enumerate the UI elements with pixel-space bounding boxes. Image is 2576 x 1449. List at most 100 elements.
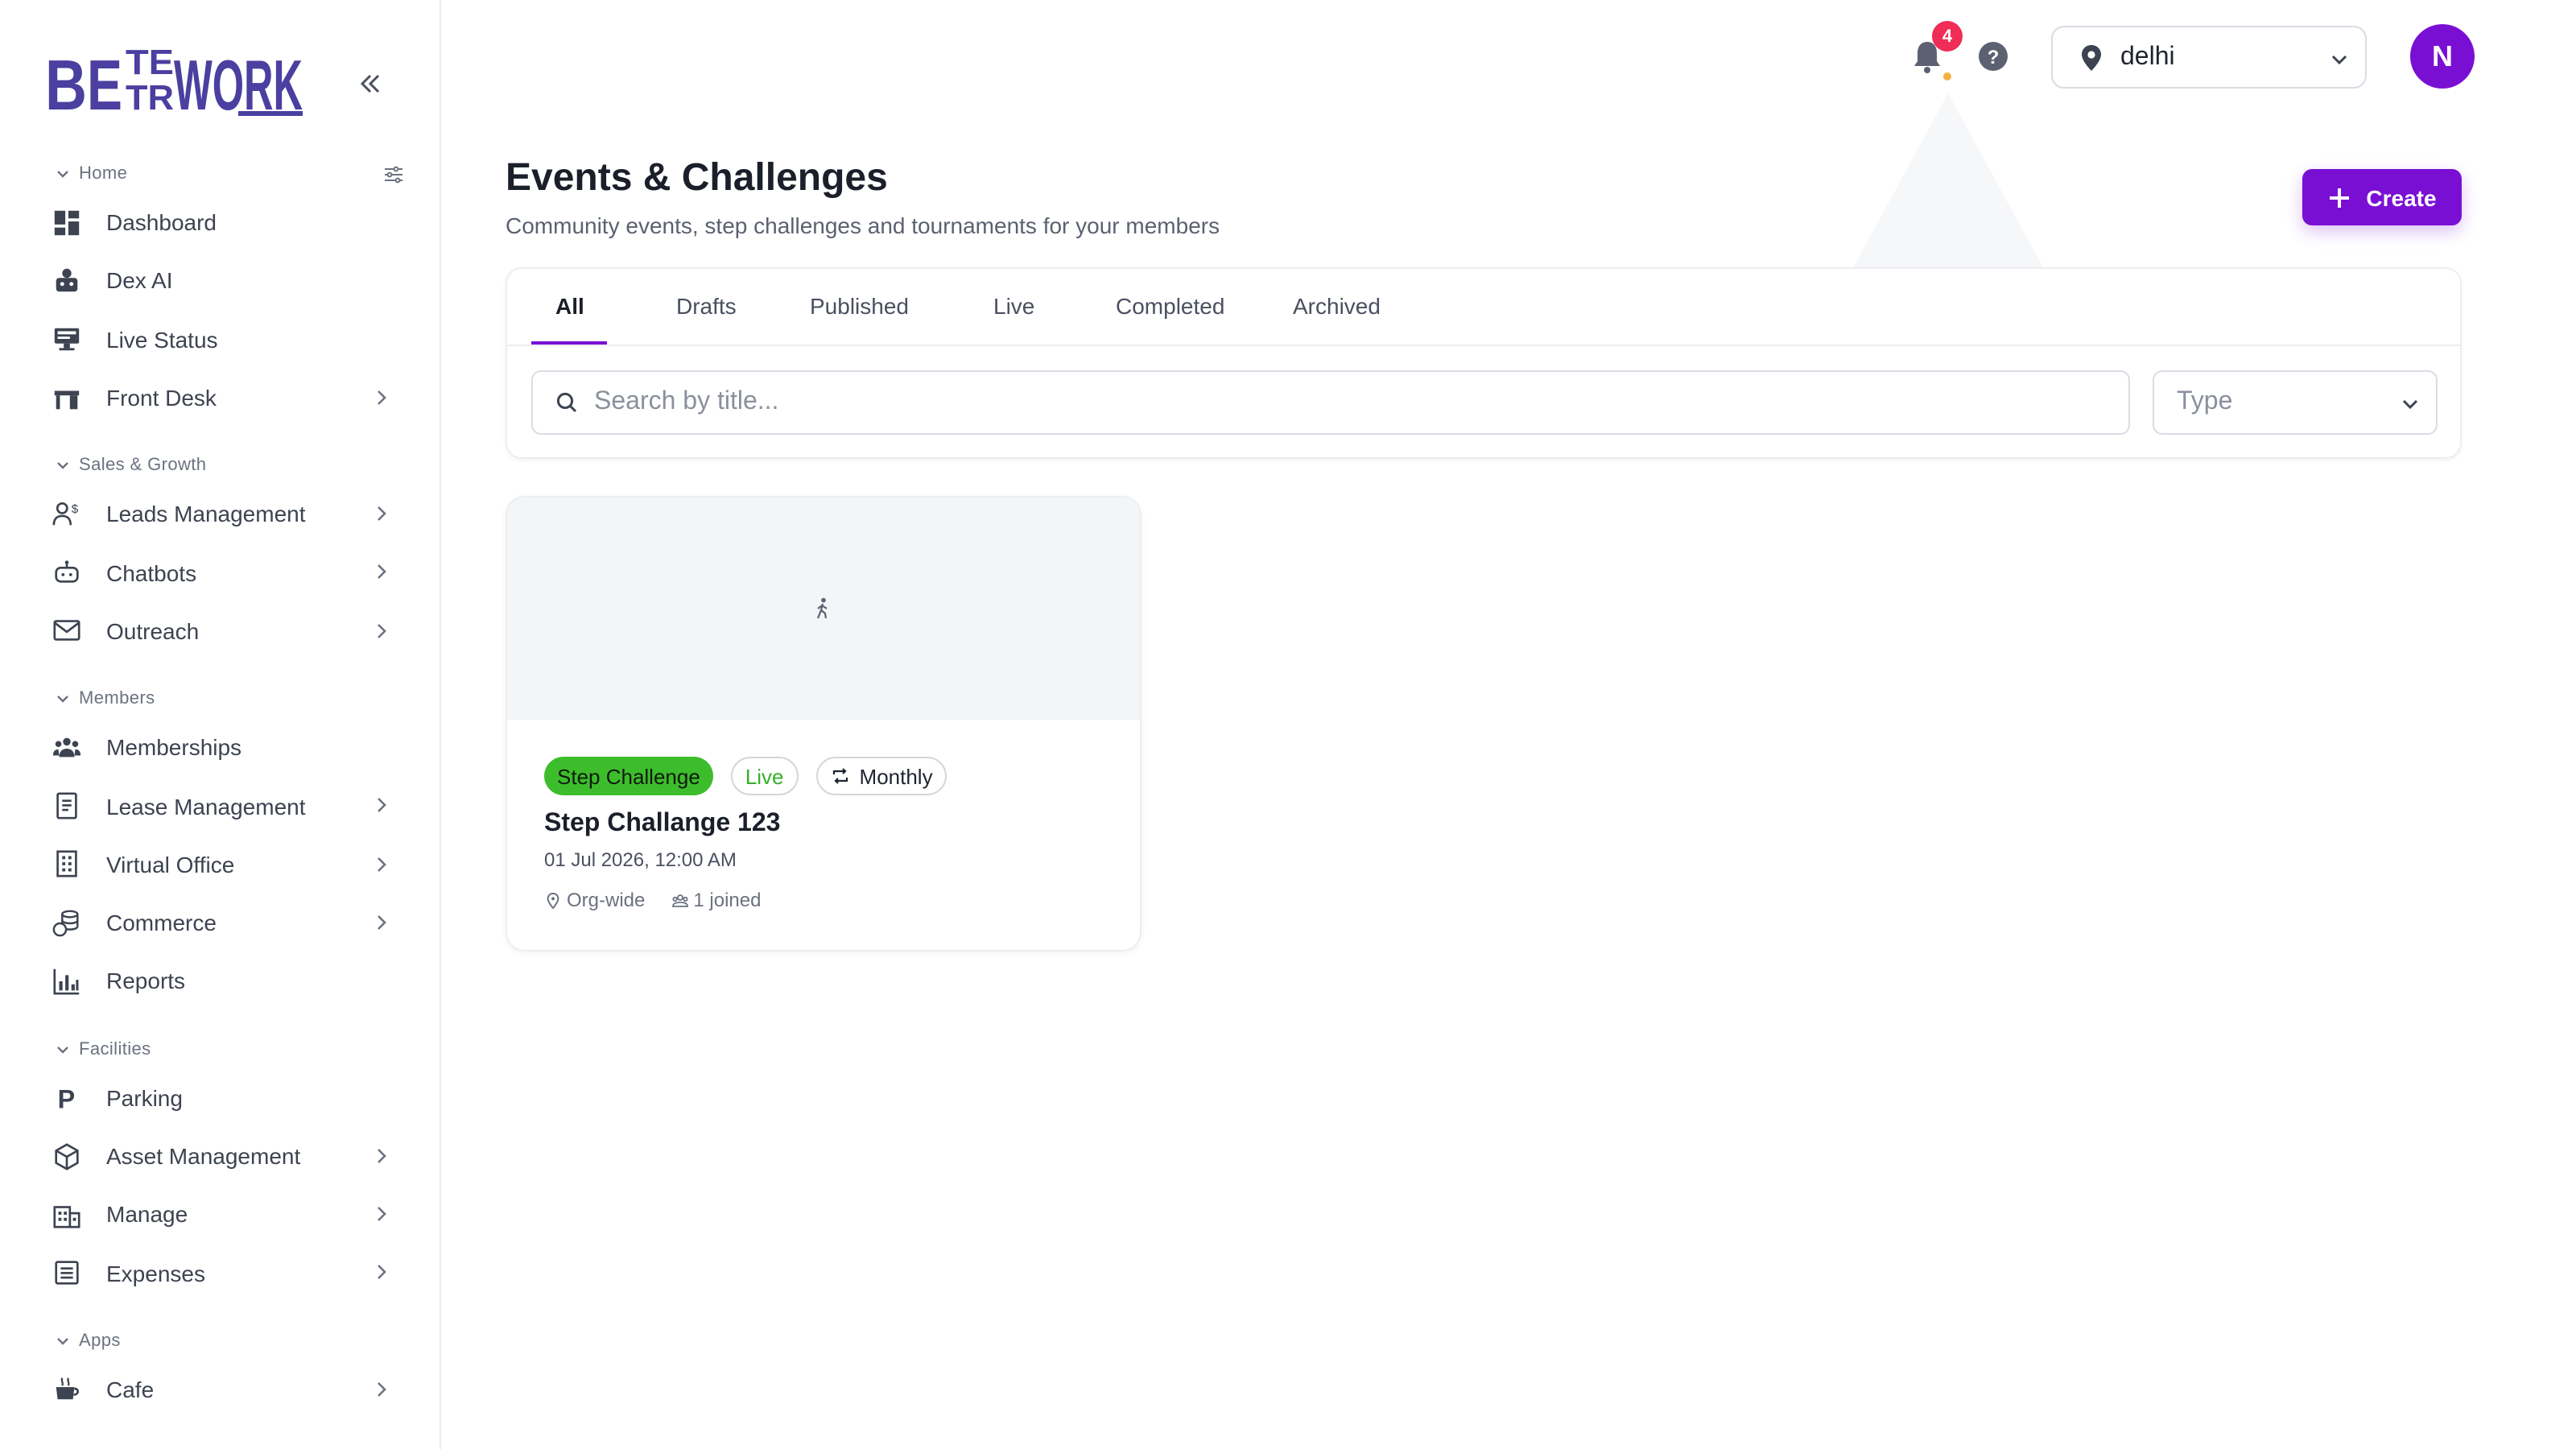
type-filter-select[interactable]: Type xyxy=(2153,370,2438,435)
location-pin-icon xyxy=(547,891,559,909)
tab-all[interactable]: All xyxy=(555,293,584,345)
sidebar-item-front-desk[interactable]: Front Desk xyxy=(0,369,440,427)
search-icon xyxy=(556,392,577,413)
sidebar-section-header[interactable]: Apps xyxy=(0,1322,440,1360)
chevron-right-icon xyxy=(378,1207,386,1222)
sidebar-item-commerce[interactable]: Commerce xyxy=(0,894,440,952)
event-joined: 1 joined xyxy=(693,889,762,911)
sidebar-item-dex-ai[interactable]: Dex AI xyxy=(0,252,440,311)
user-avatar[interactable]: N xyxy=(2410,24,2475,89)
sidebar-section-header[interactable]: Sales & Growth xyxy=(0,446,440,485)
svg-text:P: P xyxy=(58,1085,76,1113)
chatbot-icon xyxy=(52,557,82,588)
sidebar-item-memberships[interactable]: Memberships xyxy=(0,718,440,777)
chevron-right-icon xyxy=(378,1148,386,1163)
sidebar-section-header[interactable]: Home xyxy=(0,155,440,193)
tab-archived[interactable]: Archived xyxy=(1293,293,1381,345)
chevron-right-icon xyxy=(378,1381,386,1397)
tab-completed[interactable]: Completed xyxy=(1116,293,1224,345)
sidebar-item-virtual-office[interactable]: Virtual Office xyxy=(0,835,440,894)
sidebar-nav: Home Dashboard Dex AI Live Status Front Desk… xyxy=(0,155,440,1418)
chevron-down-icon xyxy=(57,1046,68,1053)
svg-text:E: E xyxy=(87,45,122,119)
event-scope: Org-wide xyxy=(567,889,646,911)
sidebar-item-reports[interactable]: Reports xyxy=(0,952,440,1011)
sidebar-item-label: Dex AI xyxy=(106,267,173,294)
create-button[interactable]: Create xyxy=(2302,169,2462,225)
event-card[interactable]: Step Challenge Live Monthly Step Challan… xyxy=(506,496,1141,952)
betterwork-logo[interactable]: B E TE TR WORK xyxy=(45,35,306,119)
sidebar-item-label: Leads Management xyxy=(106,501,306,527)
location-select[interactable]: delhi xyxy=(2051,26,2367,89)
help-icon[interactable]: ? xyxy=(1977,40,2009,72)
event-chips: Step Challenge Live Monthly xyxy=(544,757,947,795)
type-filter-placeholder: Type xyxy=(2177,388,2233,415)
chevron-down-icon xyxy=(57,171,68,178)
event-date: 01 Jul 2026, 12:00 AM xyxy=(544,848,737,871)
chevron-down-icon xyxy=(57,462,68,470)
customize-icon[interactable] xyxy=(383,164,404,185)
sidebar-item-label: Parking xyxy=(106,1084,183,1111)
sidebar-item-lease-management[interactable]: Lease Management xyxy=(0,777,440,836)
sidebar-item-label: Virtual Office xyxy=(106,851,235,877)
monitor-icon xyxy=(52,324,82,354)
sidebar-section-header[interactable]: Facilities xyxy=(0,1030,440,1068)
svg-text:WORK: WORK xyxy=(174,45,303,119)
sidebar-item-asset-management[interactable]: Asset Management xyxy=(0,1127,440,1186)
bar-chart-icon xyxy=(52,966,82,997)
robot-icon xyxy=(52,266,82,296)
sidebar-item-live-status[interactable]: Live Status xyxy=(0,310,440,369)
sidebar-item-label: Reports xyxy=(106,968,186,994)
sidebar-item-label: Memberships xyxy=(106,734,242,761)
sidebar-item-leads-management[interactable]: $ Leads Management xyxy=(0,485,440,543)
frequency-chip: Monthly xyxy=(815,757,947,795)
chevron-right-icon xyxy=(378,857,386,872)
people-icon xyxy=(52,732,82,762)
people-icon xyxy=(671,894,688,906)
sidebar-section-header[interactable]: Members xyxy=(0,679,440,718)
search-box[interactable] xyxy=(531,370,2130,435)
svg-text:TE: TE xyxy=(126,43,174,82)
sidebar-item-outreach[interactable]: Outreach xyxy=(0,602,440,661)
search-input[interactable] xyxy=(594,388,2043,417)
chevron-down-icon xyxy=(57,1337,68,1345)
tab-drafts[interactable]: Drafts xyxy=(676,293,737,345)
page-subtitle: Community events, step challenges and to… xyxy=(506,213,1220,238)
tab-published[interactable]: Published xyxy=(810,293,909,345)
sidebar-item-parking[interactable]: P Parking xyxy=(0,1068,440,1127)
sidebar-item-dashboard[interactable]: Dashboard xyxy=(0,193,440,252)
mail-icon xyxy=(52,616,82,646)
filter-card: All Drafts Published Live Completed Arch… xyxy=(506,267,2462,459)
decorative-shape xyxy=(1852,93,2045,270)
sidebar-item-label: Asset Management xyxy=(106,1143,301,1169)
frequency-chip-label: Monthly xyxy=(859,764,933,788)
event-cover xyxy=(507,497,1140,720)
sidebar-section-title: Apps xyxy=(79,1331,121,1351)
svg-text:TR: TR xyxy=(126,78,174,118)
collapse-sidebar-button[interactable] xyxy=(348,61,393,106)
status-tabs: All Drafts Published Live Completed Arch… xyxy=(507,269,2460,346)
active-tab-indicator xyxy=(531,341,607,345)
tab-live[interactable]: Live xyxy=(993,293,1034,345)
event-meta: Org-wide 1 joined xyxy=(544,889,761,911)
status-chip: Live xyxy=(730,757,799,795)
location-pin-icon xyxy=(2082,44,2101,70)
svg-text:B: B xyxy=(45,45,87,119)
sidebar-item-cafe[interactable]: Cafe xyxy=(0,1360,440,1419)
sidebar-item-manage[interactable]: Manage xyxy=(0,1185,440,1244)
sidebar-section-title: Facilities xyxy=(79,1039,151,1059)
cafe-icon xyxy=(52,1374,82,1405)
sidebar-item-label: Commerce xyxy=(106,910,217,936)
plus-icon xyxy=(2329,188,2349,207)
chevron-right-icon xyxy=(378,506,386,522)
sidebar-item-expenses[interactable]: Expenses xyxy=(0,1244,440,1302)
page-title: Events & Challenges xyxy=(506,156,888,200)
sidebar-item-label: Cafe xyxy=(106,1376,155,1402)
chevron-right-icon xyxy=(378,798,386,813)
sidebar-section-title: Members xyxy=(79,689,155,709)
list-icon xyxy=(52,1257,82,1288)
sidebar-item-chatbots[interactable]: Chatbots xyxy=(0,543,440,602)
